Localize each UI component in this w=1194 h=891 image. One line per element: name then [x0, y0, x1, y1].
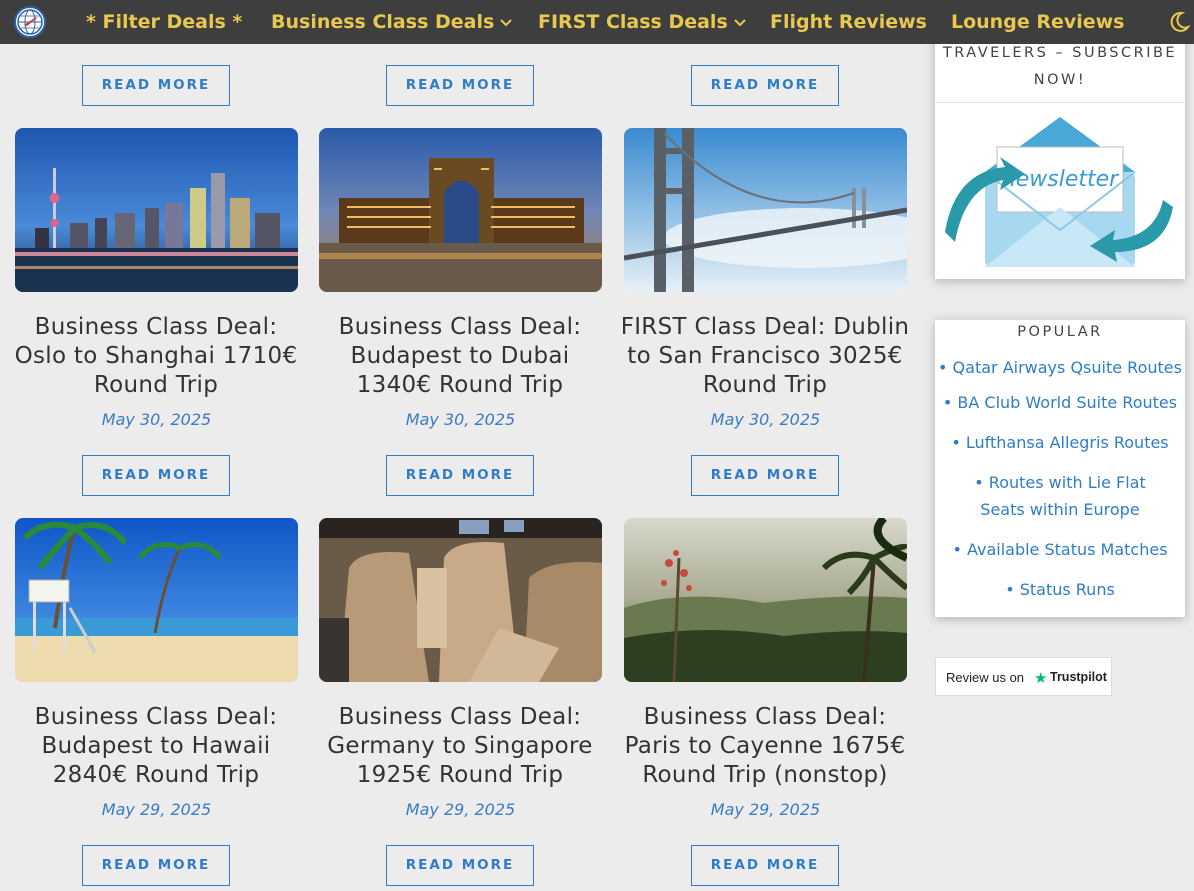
post-thumbnail-singapore[interactable]	[319, 518, 602, 682]
post-title[interactable]: Business Class Deal: Oslo to Shanghai 17…	[6, 313, 306, 400]
rainforest-image	[624, 518, 907, 682]
trustpilot-star-icon: ★	[1034, 670, 1048, 687]
read-more-button[interactable]: READ MORE	[82, 845, 230, 886]
post-title[interactable]: Business Class Deal: Budapest to Dubai 1…	[310, 313, 610, 400]
post-thumbnail-dubai[interactable]	[319, 128, 602, 292]
business-class-seat-image	[319, 518, 602, 682]
site-logo[interactable]	[14, 6, 46, 38]
nav-lounge-reviews[interactable]: Lounge Reviews	[951, 0, 1124, 44]
top-navigation: * Filter Deals * Business Class Deals FI…	[0, 0, 1194, 44]
read-more-button[interactable]: READ MORE	[386, 65, 534, 106]
post-date: May 30, 2025	[710, 410, 821, 429]
post-date: May 29, 2025	[101, 800, 212, 819]
atlantis-dubai-image	[319, 128, 602, 292]
post-title[interactable]: FIRST Class Deal: Dublin to San Francisc…	[615, 313, 915, 400]
post-thumbnail-shanghai[interactable]	[15, 128, 298, 292]
read-more-button[interactable]: READ MORE	[82, 455, 230, 496]
chevron-down-icon	[500, 18, 513, 26]
moon-icon[interactable]	[1168, 11, 1190, 33]
chevron-down-icon	[734, 18, 746, 26]
shanghai-skyline-image	[15, 128, 298, 292]
read-more-button[interactable]: READ MORE	[691, 65, 839, 106]
trustpilot-brand: Trustpilot	[1050, 670, 1107, 684]
post-title[interactable]: Business Class Deal: Paris to Cayenne 16…	[615, 703, 915, 790]
trustpilot-review-badge[interactable]: Review us on ★ Trustpilot	[935, 657, 1112, 696]
divider	[935, 102, 1185, 103]
read-more-button[interactable]: READ MORE	[386, 845, 534, 886]
read-more-button[interactable]: READ MORE	[691, 845, 839, 886]
post-thumbnail-cayenne[interactable]	[624, 518, 907, 682]
newsletter-envelope-icon: newsletter	[945, 117, 1173, 267]
nav-flight-reviews[interactable]: Flight Reviews	[770, 0, 927, 44]
popular-title: POPULAR	[1017, 324, 1103, 340]
read-more-button[interactable]: READ MORE	[691, 455, 839, 496]
post-title[interactable]: Business Class Deal: Germany to Singapor…	[310, 703, 610, 790]
popular-link-ba-club-suite[interactable]: • BA Club World Suite Routes	[935, 389, 1185, 416]
read-more-button[interactable]: READ MORE	[82, 65, 230, 106]
post-date: May 30, 2025	[101, 410, 212, 429]
popular-link-lie-flat-europe[interactable]: • Routes with Lie Flat Seats within Euro…	[935, 469, 1185, 523]
post-date: May 29, 2025	[710, 800, 821, 819]
popular-link-status-matches[interactable]: • Available Status Matches	[935, 536, 1185, 563]
read-more-button[interactable]: READ MORE	[386, 455, 534, 496]
globe-plane-icon	[17, 9, 43, 35]
newsletter-image[interactable]: newsletter	[945, 112, 1175, 272]
post-thumbnail-san-francisco[interactable]	[624, 128, 907, 292]
hawaii-beach-image	[15, 518, 298, 682]
popular-link-qsuite[interactable]: • Qatar Airways Qsuite Routes	[935, 354, 1185, 381]
nav-business-class-deals[interactable]: Business Class Deals	[271, 0, 513, 44]
popular-link-allegris[interactable]: • Lufthansa Allegris Routes	[935, 429, 1185, 456]
post-date: May 30, 2025	[405, 410, 516, 429]
trustpilot-prefix: Review us on	[946, 670, 1025, 685]
golden-gate-bridge-image	[624, 128, 907, 292]
post-title[interactable]: Business Class Deal: Budapest to Hawaii …	[6, 703, 306, 790]
nav-filter-deals[interactable]: * Filter Deals *	[86, 0, 242, 44]
post-thumbnail-hawaii[interactable]	[15, 518, 298, 682]
subscribe-text: TRAVELERS – SUBSCRIBE NOW!	[942, 45, 1178, 88]
post-date: May 29, 2025	[405, 800, 516, 819]
nav-first-class-deals[interactable]: FIRST Class Deals	[538, 0, 746, 44]
popular-link-status-runs[interactable]: • Status Runs	[935, 576, 1185, 603]
